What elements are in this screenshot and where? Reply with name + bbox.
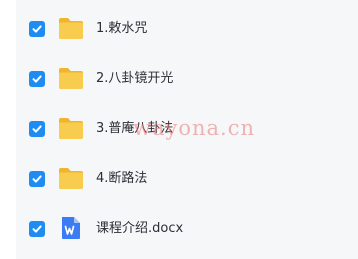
file-name[interactable]: 1.敕水咒 [96,21,147,37]
file-list: 1.敕水咒 2.八卦镜开光 3.普庵八卦法 4.断路法 课程介绍.docx [16,0,358,259]
folder-icon [58,16,84,40]
file-name[interactable]: 3.普庵八卦法 [96,121,173,137]
checkbox-checked-icon[interactable] [29,171,45,187]
file-name[interactable]: 4.断路法 [96,171,147,187]
file-row-4[interactable]: 4.断路法 [16,154,358,204]
checkbox-checked-icon[interactable] [29,121,45,137]
file-name[interactable]: 课程介绍.docx [96,221,183,237]
file-row-2[interactable]: 2.八卦镜开光 [16,54,358,104]
file-row-3[interactable]: 3.普庵八卦法 [16,104,358,154]
folder-icon [58,116,84,140]
checkbox-checked-icon[interactable] [29,221,45,237]
file-row-1[interactable]: 1.敕水咒 [16,4,358,54]
checkbox-checked-icon[interactable] [29,71,45,87]
file-row-5[interactable]: 课程介绍.docx [16,204,358,254]
file-name[interactable]: 2.八卦镜开光 [96,71,173,87]
word-document-icon [60,216,82,240]
folder-icon [58,166,84,190]
folder-icon [58,66,84,90]
checkbox-checked-icon[interactable] [29,21,45,37]
